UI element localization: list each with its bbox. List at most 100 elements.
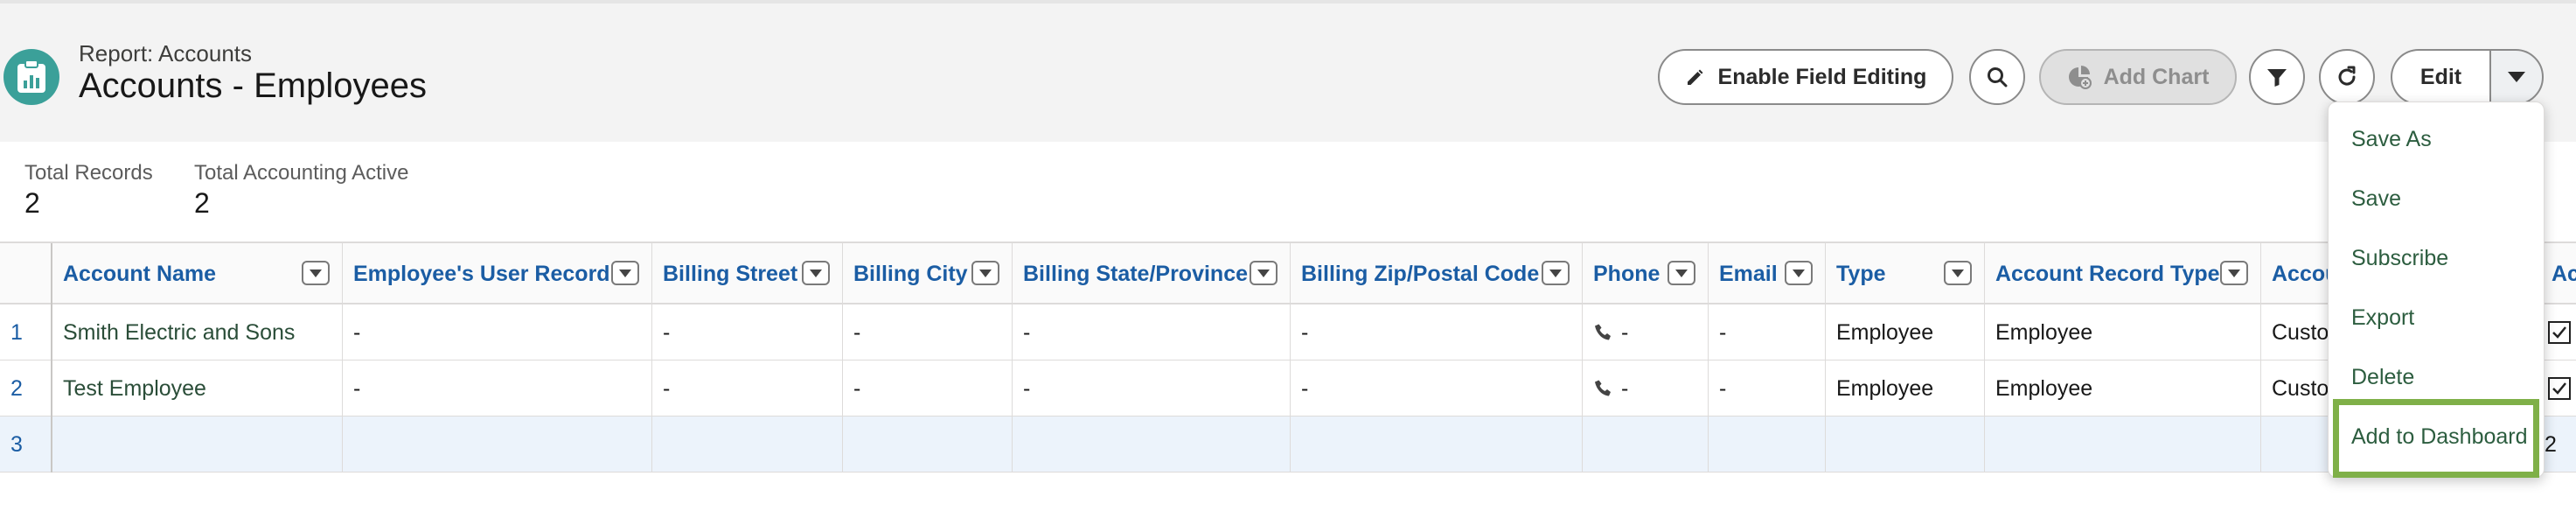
column-header-account-record-type[interactable]: Account Record Type: [1985, 243, 2261, 304]
search-button[interactable]: [1969, 49, 2025, 105]
chevron-down-icon: [2507, 71, 2526, 83]
summary-label-total-records: Total Records: [24, 161, 153, 185]
menu-item-export[interactable]: Export: [2351, 305, 2414, 331]
column-header-phone[interactable]: Phone: [1583, 243, 1709, 304]
edit-button[interactable]: Edit: [2391, 49, 2490, 105]
chevron-down-icon[interactable]: [1667, 261, 1695, 285]
phone-icon: [1593, 322, 1614, 343]
table-cell: -: [1013, 360, 1291, 416]
summary-value-total-accounting-active: 2: [194, 187, 210, 219]
column-header-type[interactable]: Type: [1826, 243, 1985, 304]
menu-item-save-as[interactable]: Save As: [2351, 127, 2432, 152]
table-row-summary[interactable]: 3 2: [0, 416, 2576, 472]
table-cell: -: [1709, 304, 1826, 360]
column-header-billing-street[interactable]: Billing Street: [652, 243, 843, 304]
phone-value: -: [1621, 319, 1629, 345]
active-total-cell: 2: [2545, 431, 2557, 457]
column-header-active-partial[interactable]: Ac: [2541, 243, 2576, 304]
column-header-account-name[interactable]: Account Name: [52, 243, 343, 304]
column-label: Billing City: [853, 261, 968, 286]
column-label: Ac: [2552, 261, 2576, 286]
chart-icon: [2067, 65, 2092, 89]
phone-icon: [1593, 378, 1614, 399]
more-actions-dropdown-button[interactable]: [2489, 49, 2544, 105]
menu-item-subscribe[interactable]: Subscribe: [2351, 246, 2448, 271]
table-cell: -: [843, 360, 1013, 416]
add-to-dashboard-highlight: [2333, 399, 2539, 478]
column-label: Employee's User Record: [353, 261, 610, 286]
chevron-down-icon[interactable]: [302, 261, 330, 285]
enable-field-editing-button[interactable]: Enable Field Editing: [1658, 49, 1953, 105]
table-cell: Employee: [1826, 360, 1985, 416]
add-chart-label: Add Chart: [2103, 64, 2210, 89]
active-checkbox-cell: [2541, 304, 2576, 360]
column-label: Type: [1836, 261, 1886, 286]
refresh-icon: [2335, 65, 2359, 89]
menu-item-save[interactable]: Save: [2351, 186, 2401, 212]
table-cell: [343, 416, 652, 472]
filter-button[interactable]: [2249, 49, 2305, 105]
search-icon: [1986, 66, 2009, 88]
table-cell: [52, 416, 343, 472]
table-cell: [1013, 416, 1291, 472]
chevron-down-icon[interactable]: [802, 261, 830, 285]
checkbox-checked-icon: [2548, 377, 2571, 400]
phone-value: -: [1621, 375, 1629, 401]
table-cell: -: [652, 360, 843, 416]
menu-item-delete[interactable]: Delete: [2351, 365, 2414, 390]
column-header-billing-state[interactable]: Billing State/Province: [1013, 243, 1291, 304]
column-label: Billing State/Province: [1023, 261, 1249, 286]
column-label: Billing Street: [663, 261, 798, 286]
chevron-down-icon[interactable]: [2220, 261, 2248, 285]
edit-label: Edit: [2419, 64, 2462, 89]
column-label: Account Name: [63, 261, 217, 286]
table-cell: [1583, 416, 1709, 472]
phone-cell[interactable]: -: [1583, 304, 1709, 360]
pencil-icon: [1685, 66, 1706, 88]
refresh-button[interactable]: [2319, 49, 2375, 105]
table-cell: [1291, 416, 1583, 472]
table-cell: -: [343, 360, 652, 416]
column-header-billing-city[interactable]: Billing City: [843, 243, 1013, 304]
chevron-down-icon[interactable]: [971, 261, 999, 285]
report-icon: [3, 49, 59, 105]
table-cell: Employee: [1826, 304, 1985, 360]
summary-value-total-records: 2: [24, 187, 40, 219]
enable-field-editing-label: Enable Field Editing: [1717, 64, 1927, 89]
column-header-email[interactable]: Email: [1709, 243, 1826, 304]
filter-icon: [2266, 66, 2288, 88]
table-cell: Employee: [1985, 360, 2261, 416]
chevron-down-icon[interactable]: [611, 261, 639, 285]
table-cell: [843, 416, 1013, 472]
column-header-billing-zip[interactable]: Billing Zip/Postal Code: [1291, 243, 1583, 304]
row-number: 2: [0, 360, 52, 416]
table-cell: -: [1013, 304, 1291, 360]
row-number: 3: [0, 416, 52, 472]
account-name-link[interactable]: Smith Electric and Sons: [52, 304, 343, 360]
phone-cell[interactable]: -: [1583, 360, 1709, 416]
report-header: Report: Accounts Accounts - Employees En…: [0, 0, 2576, 142]
table-cell: [652, 416, 843, 472]
column-header-employees-user-record[interactable]: Employee's User Record: [343, 243, 652, 304]
chevron-down-icon[interactable]: [1944, 261, 1972, 285]
row-number-header: [0, 243, 52, 304]
table-cell: Employee: [1985, 304, 2261, 360]
page-title: Accounts - Employees: [79, 66, 427, 105]
table-cell: -: [1709, 360, 1826, 416]
account-name-link[interactable]: Test Employee: [52, 360, 343, 416]
table-cell: [1709, 416, 1826, 472]
active-checkbox-cell: [2541, 360, 2576, 416]
checkbox-checked-icon: [2548, 321, 2571, 344]
row-number: 1: [0, 304, 52, 360]
table-cell: -: [1291, 360, 1583, 416]
table-cell: -: [343, 304, 652, 360]
chevron-down-icon[interactable]: [1542, 261, 1570, 285]
chevron-down-icon[interactable]: [1250, 261, 1278, 285]
summary-label-total-accounting-active: Total Accounting Active: [194, 161, 409, 185]
table-row[interactable]: 1 Smith Electric and Sons - - - - - - - …: [0, 304, 2576, 360]
table-cell: -: [652, 304, 843, 360]
table-cell: [1826, 416, 1985, 472]
chevron-down-icon[interactable]: [1785, 261, 1813, 285]
add-chart-button[interactable]: Add Chart: [2039, 49, 2237, 105]
table-row[interactable]: 2 Test Employee - - - - - - - Employee E…: [0, 360, 2576, 416]
